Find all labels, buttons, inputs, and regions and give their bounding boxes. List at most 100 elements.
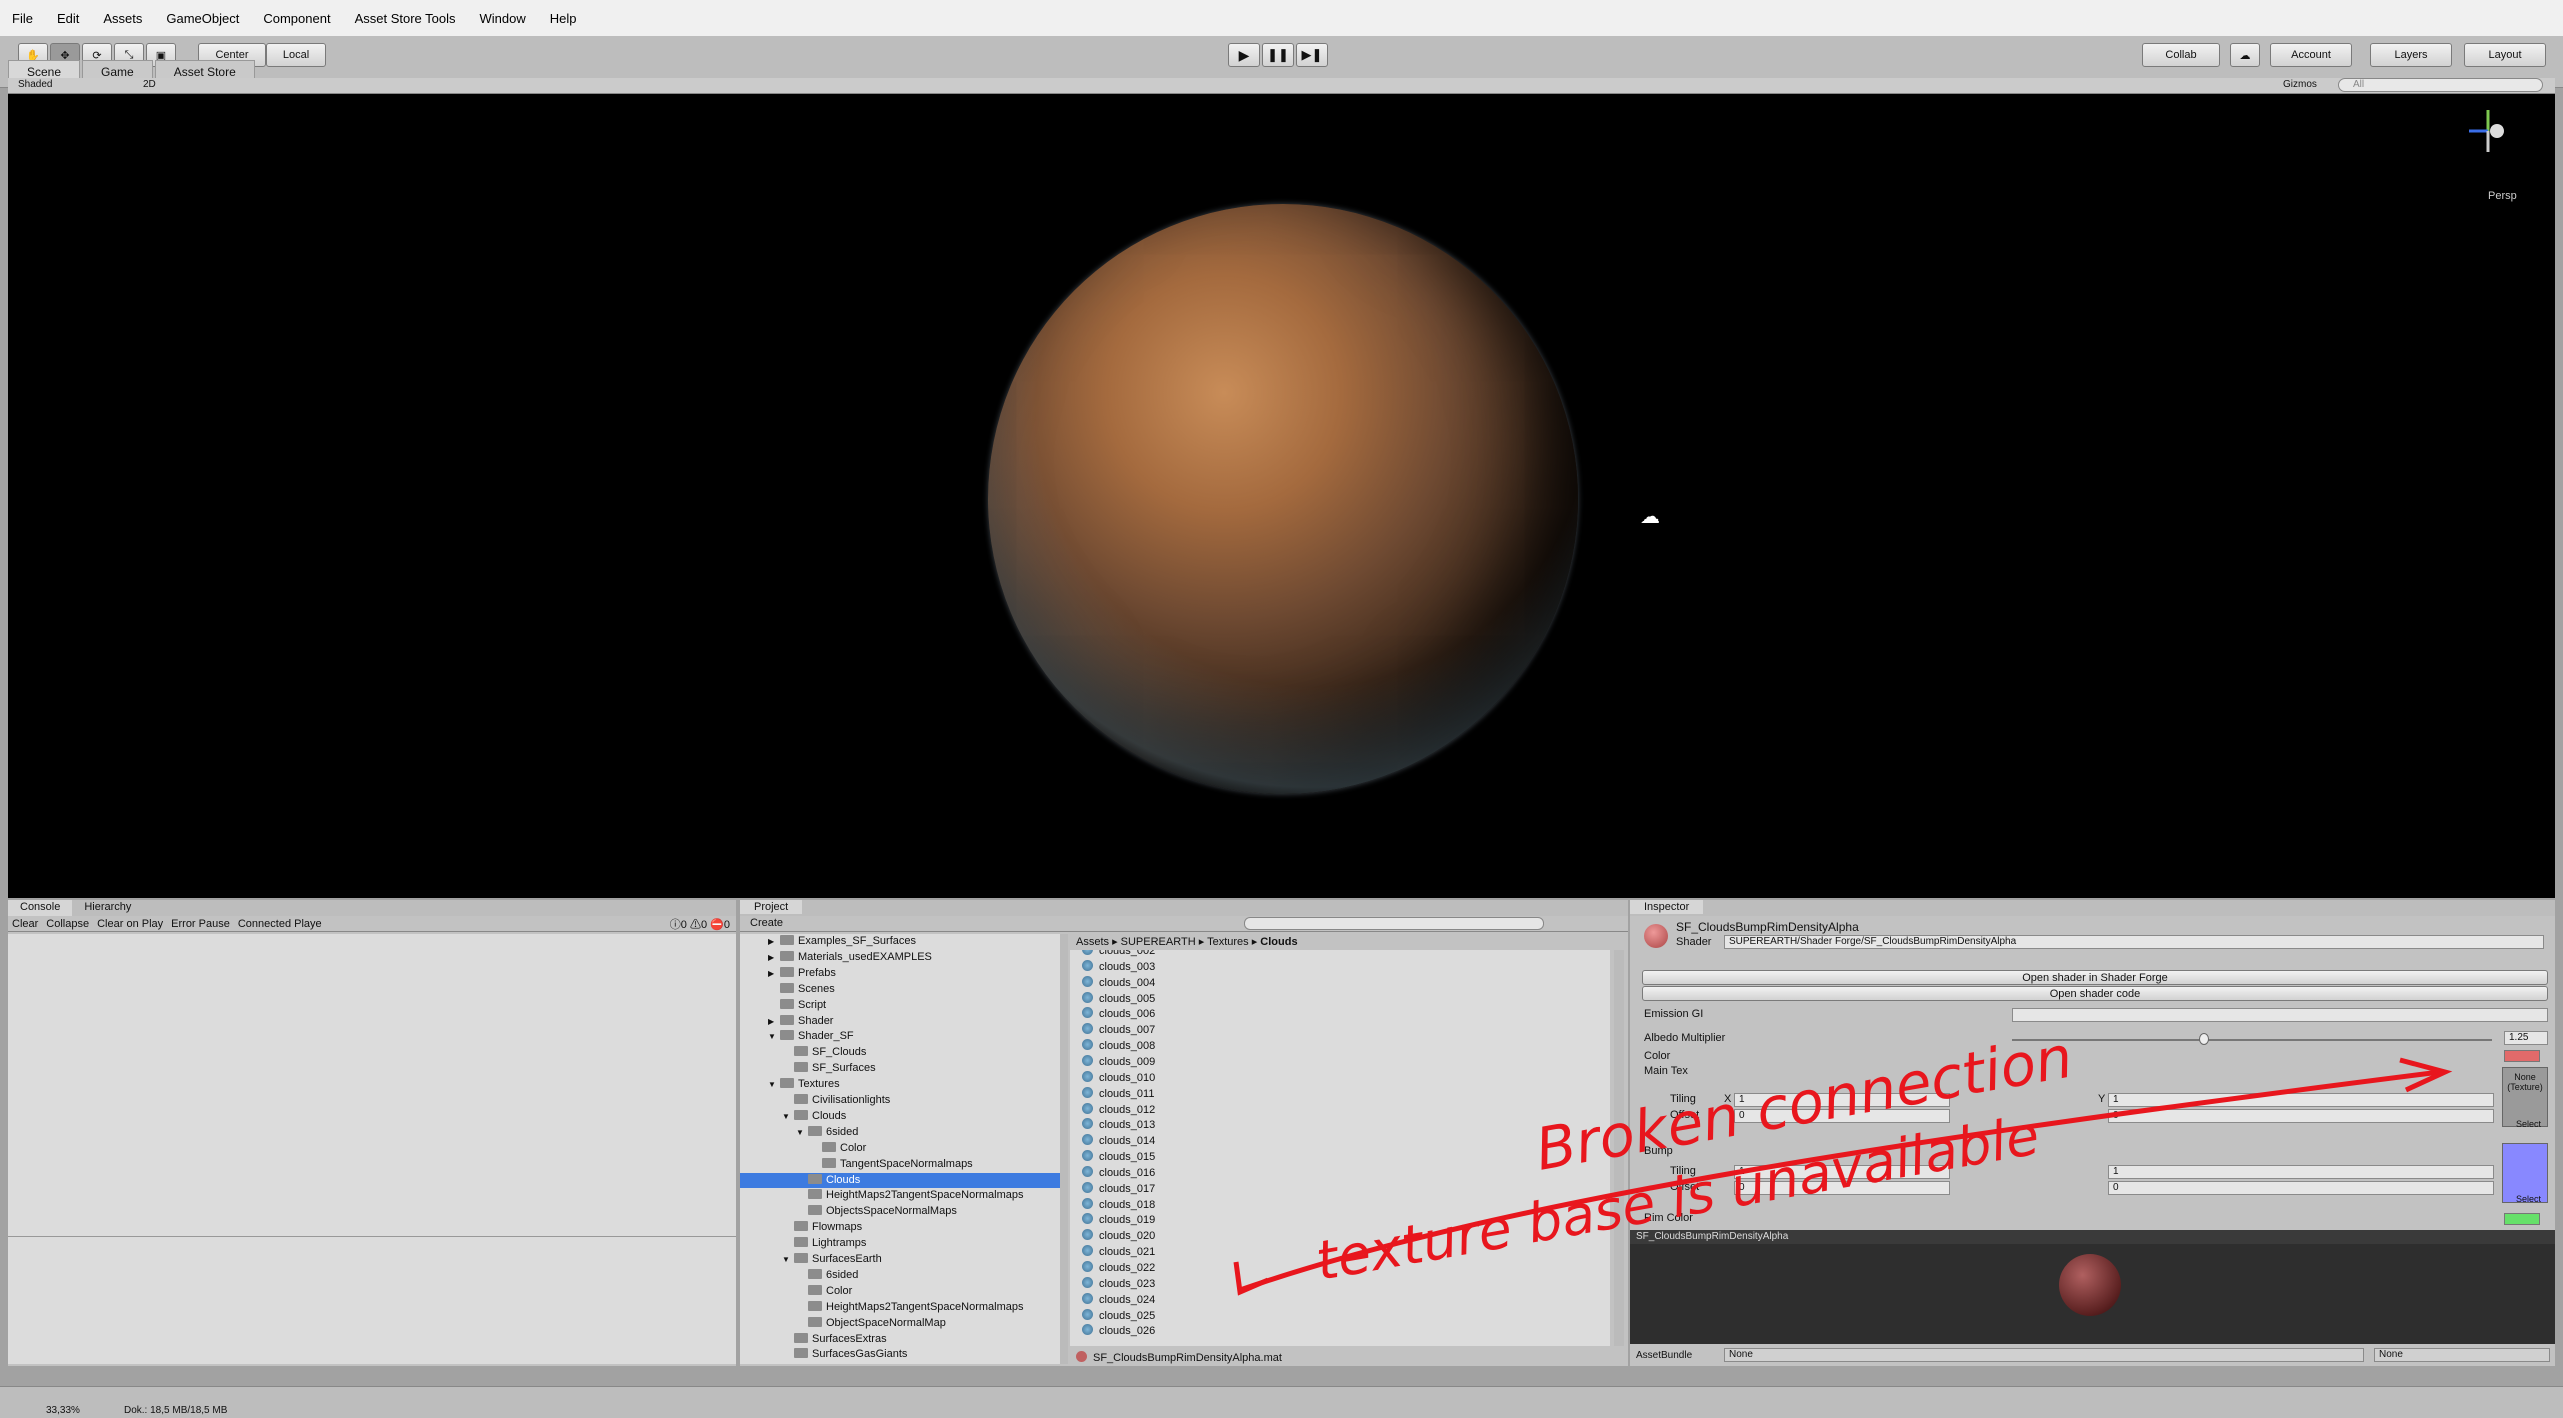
menu-component[interactable]: Component [263, 11, 330, 26]
file-item[interactable]: clouds_017 [1082, 1181, 1155, 1197]
breadcrumb-item[interactable]: Textures [1207, 936, 1249, 948]
folder-item[interactable]: ▼ 6sided [740, 1125, 1060, 1140]
folder-item[interactable]: ▼ Clouds [740, 1109, 1060, 1124]
2d-toggle[interactable]: 2D [143, 79, 156, 90]
folder-item[interactable]: Script [740, 998, 1060, 1013]
folder-item[interactable]: Clouds [740, 1172, 1060, 1188]
pause-button[interactable]: ❚❚ [1262, 43, 1294, 67]
file-item[interactable]: clouds_018 [1082, 1197, 1155, 1213]
log-counts[interactable]: ⓘ0 ⚠0 ⛔0 [670, 916, 730, 932]
connected-player-dropdown[interactable]: Connected Playe [238, 918, 322, 930]
breadcrumb-item[interactable]: SUPEREARTH [1121, 936, 1196, 948]
file-item[interactable]: clouds_011 [1082, 1086, 1154, 1102]
tiling-x-field[interactable]: 1 [1734, 1093, 1950, 1107]
assetbundle-variant-dropdown[interactable]: None [2374, 1348, 2550, 1362]
play-button[interactable]: ▶ [1228, 43, 1260, 67]
offset-x-field[interactable]: 0 [1734, 1109, 1950, 1123]
bump-offset-x-field[interactable]: 0 [1734, 1181, 1950, 1195]
persp-label[interactable]: Persp [2488, 190, 2517, 202]
folder-expand-icon[interactable]: ▶ [768, 950, 780, 965]
folder-item[interactable]: Flowmaps [740, 1220, 1060, 1235]
file-item[interactable]: clouds_002 [1082, 950, 1155, 959]
breadcrumb-item[interactable]: Assets [1076, 936, 1109, 948]
folder-expand-icon[interactable]: ▶ [768, 966, 780, 981]
folder-expand-icon[interactable]: ▼ [768, 1029, 780, 1044]
breadcrumb[interactable]: Assets ▸ SUPEREARTH ▸ Textures ▸ Clouds [1070, 934, 1626, 950]
shading-dropdown[interactable]: Shaded [18, 79, 52, 90]
folder-expand-icon[interactable]: ▼ [782, 1252, 794, 1267]
file-item[interactable]: clouds_005 [1082, 991, 1155, 1007]
breadcrumb-item[interactable]: Clouds [1260, 936, 1297, 948]
emission-gi-dropdown[interactable] [2012, 1008, 2548, 1022]
folder-expand-icon[interactable]: ▼ [768, 1077, 780, 1092]
folder-item[interactable]: ▼ SurfacesEarth [740, 1252, 1060, 1267]
menu-edit[interactable]: Edit [57, 11, 79, 26]
main-tex-select-button[interactable]: Select [2516, 1119, 2541, 1129]
file-item[interactable]: clouds_013 [1082, 1118, 1155, 1133]
console-log-area[interactable] [8, 934, 736, 1364]
folder-item[interactable]: ▼ Shader_SF [740, 1029, 1060, 1044]
account-dropdown[interactable]: Account [2270, 43, 2352, 67]
folder-item[interactable]: Scenes [740, 982, 1060, 997]
file-item[interactable]: clouds_006 [1082, 1007, 1155, 1022]
menu-gameobject[interactable]: GameObject [166, 11, 239, 26]
orientation-gizmo-icon[interactable] [2463, 106, 2513, 156]
shader-dropdown[interactable]: SUPEREARTH/Shader Forge/SF_CloudsBumpRim… [1724, 935, 2544, 949]
menu-file[interactable]: File [12, 11, 33, 26]
folder-item[interactable]: Lightramps [740, 1236, 1060, 1251]
tab-inspector[interactable]: Inspector [1630, 900, 1704, 914]
main-tex-slot[interactable]: None (Texture) [2502, 1067, 2548, 1127]
folder-item[interactable]: ▶ Examples_SF_Surfaces [740, 934, 1060, 949]
space-local-button[interactable]: Local [266, 43, 326, 67]
file-item[interactable]: clouds_004 [1082, 975, 1155, 991]
layers-dropdown[interactable]: Layers [2370, 43, 2452, 67]
folder-expand-icon[interactable]: ▼ [782, 1109, 794, 1124]
menu-assets[interactable]: Assets [103, 11, 142, 26]
create-dropdown[interactable]: Create [750, 917, 783, 929]
menu-asset-store-tools[interactable]: Asset Store Tools [355, 11, 456, 26]
file-item[interactable]: clouds_023 [1082, 1276, 1155, 1292]
files-scrollbar[interactable] [1614, 950, 1624, 1346]
albedo-value-field[interactable]: 1.25 [2504, 1031, 2548, 1045]
file-item[interactable]: clouds_016 [1082, 1165, 1155, 1181]
folder-item[interactable]: HeightMaps2TangentSpaceNormalmaps [740, 1300, 1060, 1315]
tree-scrollbar[interactable] [1060, 934, 1068, 1364]
folder-item[interactable]: SF_Clouds [740, 1045, 1060, 1060]
menu-window[interactable]: Window [480, 11, 526, 26]
collab-button[interactable]: Collab [2142, 43, 2220, 67]
bump-tiling-y-field[interactable]: 1 [2108, 1165, 2494, 1179]
tiling-y-field[interactable]: 1 [2108, 1093, 2494, 1107]
layout-dropdown[interactable]: Layout [2464, 43, 2546, 67]
folder-item[interactable]: ▶ Materials_usedEXAMPLES [740, 950, 1060, 965]
folder-item[interactable]: Civilisationlights [740, 1093, 1060, 1108]
gizmos-dropdown[interactable]: Gizmos [2283, 79, 2317, 90]
file-item[interactable]: clouds_010 [1082, 1070, 1155, 1086]
cloud-icon[interactable]: ☁ [2230, 43, 2260, 67]
folder-item[interactable]: SF_Surfaces [740, 1061, 1060, 1076]
scene-search-input[interactable]: All [2338, 78, 2543, 92]
folder-expand-icon[interactable]: ▶ [768, 934, 780, 949]
folder-item[interactable]: Color [740, 1141, 1060, 1156]
scene-view[interactable]: ☁ Persp [8, 94, 2555, 898]
folder-item[interactable]: ObjectSpaceNormalMap [740, 1316, 1060, 1331]
folder-item[interactable]: ▶ Shader [740, 1014, 1060, 1029]
file-item[interactable]: clouds_019 [1082, 1213, 1155, 1228]
folder-item[interactable]: ▶ Prefabs [740, 966, 1060, 981]
folder-tree[interactable]: ▶ Examples_SF_Surfaces ▶ Materials_usedEXAM… [740, 934, 1060, 1364]
open-shader-code-button[interactable]: Open shader code [1642, 986, 2548, 1001]
folder-item[interactable]: HeightMaps2TangentSpaceNormalmaps [740, 1188, 1060, 1203]
material-preview[interactable] [1630, 1244, 2555, 1344]
file-item[interactable]: clouds_003 [1082, 959, 1155, 975]
error-pause-button[interactable]: Error Pause [171, 918, 230, 930]
file-item[interactable]: clouds_022 [1082, 1261, 1155, 1276]
menu-help[interactable]: Help [550, 11, 577, 26]
file-item[interactable]: clouds_014 [1082, 1134, 1155, 1149]
clear-button[interactable]: Clear [12, 918, 38, 930]
preview-header[interactable]: SF_CloudsBumpRimDensityAlpha [1630, 1230, 2555, 1244]
file-item[interactable]: clouds_020 [1082, 1229, 1155, 1244]
tab-console[interactable]: Console [8, 900, 73, 916]
folder-item[interactable]: ObjectsSpaceNormalMaps [740, 1204, 1060, 1219]
color-swatch[interactable] [2504, 1050, 2540, 1062]
file-item[interactable]: clouds_024 [1082, 1292, 1155, 1308]
bump-tiling-x-field[interactable]: 1 [1734, 1165, 1950, 1179]
